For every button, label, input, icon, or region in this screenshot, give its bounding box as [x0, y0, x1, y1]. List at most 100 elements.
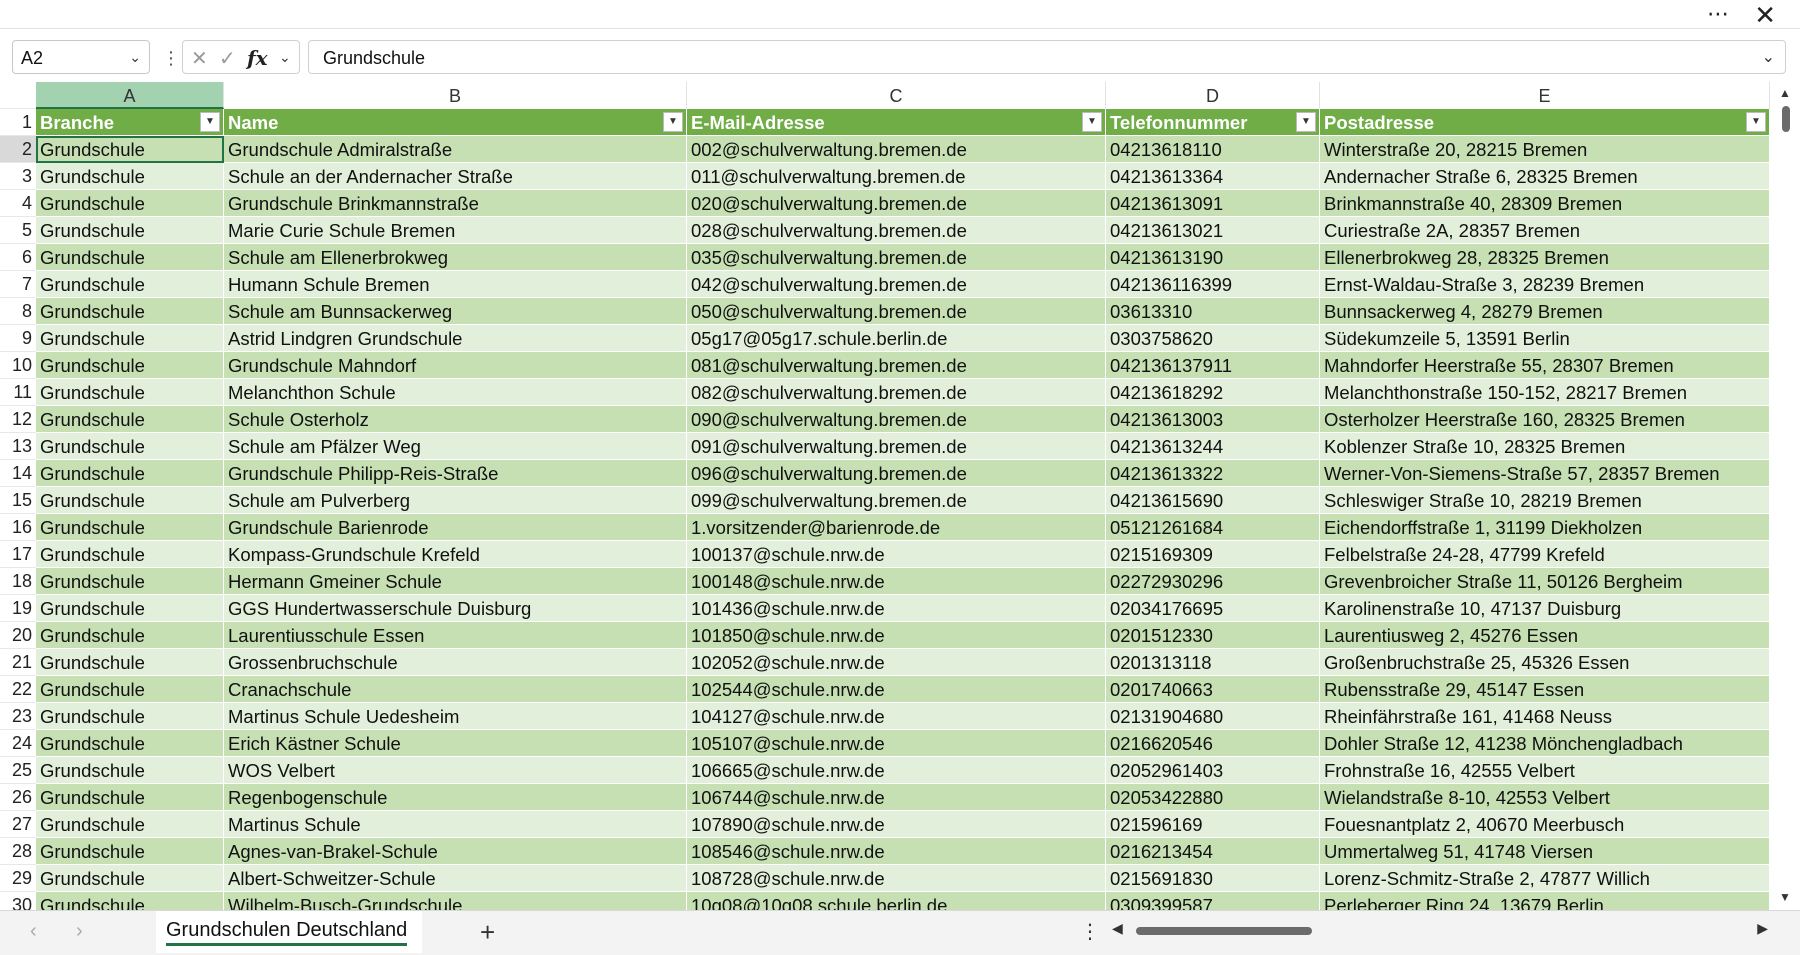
table-cell[interactable]: Südekumzeile 5, 13591 Berlin — [1320, 325, 1770, 352]
table-cell[interactable]: 0201740663 — [1106, 676, 1320, 703]
header-cell[interactable]: E-Mail-Adresse ▼ — [687, 109, 1106, 136]
table-cell[interactable]: Grundschule — [36, 163, 224, 190]
table-cell[interactable]: 0215169309 — [1106, 541, 1320, 568]
table-cell[interactable]: Melanchthon Schule — [224, 379, 687, 406]
table-cell[interactable]: Grundschule — [36, 298, 224, 325]
table-cell[interactable]: 042136116399 — [1106, 271, 1320, 298]
add-sheet-icon[interactable]: + — [480, 917, 495, 948]
header-cell[interactable]: Telefonnummer ▼ — [1106, 109, 1320, 136]
row-number[interactable]: 20 — [0, 622, 36, 649]
row-number[interactable]: 4 — [0, 190, 36, 217]
table-cell[interactable]: Schule am Pfälzer Weg — [224, 433, 687, 460]
table-cell[interactable]: Schule am Bunnsackerweg — [224, 298, 687, 325]
table-cell[interactable]: 101436@schule.nrw.de — [687, 595, 1106, 622]
column-header-c[interactable]: C — [687, 82, 1106, 109]
header-cell[interactable]: Branche ▼ — [36, 109, 224, 136]
table-cell[interactable]: Grundschule — [36, 406, 224, 433]
table-cell[interactable]: 0201512330 — [1106, 622, 1320, 649]
table-cell[interactable]: Grundschule — [36, 730, 224, 757]
table-cell[interactable]: Grundschule — [36, 757, 224, 784]
table-cell[interactable]: 081@schulverwaltung.bremen.de — [687, 352, 1106, 379]
table-cell[interactable]: Schleswiger Straße 10, 28219 Bremen — [1320, 487, 1770, 514]
table-cell[interactable]: 05g17@05g17.schule.berlin.de — [687, 325, 1106, 352]
table-cell[interactable]: 108546@schule.nrw.de — [687, 838, 1106, 865]
table-cell[interactable]: 0216620546 — [1106, 730, 1320, 757]
table-cell[interactable]: 1.vorsitzender@barienrode.de — [687, 514, 1106, 541]
scroll-left-icon[interactable]: ◀ — [1112, 920, 1123, 937]
filter-dropdown-icon[interactable]: ▼ — [200, 112, 220, 132]
close-icon[interactable]: ✕ — [1754, 0, 1776, 31]
column-header-a[interactable]: A — [36, 82, 224, 109]
formula-input[interactable]: Grundschule ⌄ — [308, 40, 1786, 74]
table-cell[interactable]: Eichendorffstraße 1, 31199 Diekholzen — [1320, 514, 1770, 541]
table-cell[interactable]: Grundschule Mahndorf — [224, 352, 687, 379]
horizontal-scrollbar[interactable]: ◀ ▶ — [1112, 920, 1768, 939]
expand-formula-icon[interactable]: ⌄ — [1762, 47, 1775, 67]
select-all-corner[interactable] — [0, 82, 36, 109]
table-cell[interactable]: Hermann Gmeiner Schule — [224, 568, 687, 595]
table-cell[interactable]: 091@schulverwaltung.bremen.de — [687, 433, 1106, 460]
row-number[interactable]: 14 — [0, 460, 36, 487]
row-number[interactable]: 18 — [0, 568, 36, 595]
table-cell[interactable]: Frohnstraße 16, 42555 Velbert — [1320, 757, 1770, 784]
table-cell[interactable]: 011@schulverwaltung.bremen.de — [687, 163, 1106, 190]
table-cell[interactable]: Grundschule — [36, 514, 224, 541]
row-number[interactable]: 5 — [0, 217, 36, 244]
row-number[interactable]: 15 — [0, 487, 36, 514]
table-cell[interactable]: Curiestraße 2A, 28357 Bremen — [1320, 217, 1770, 244]
row-number[interactable]: 8 — [0, 298, 36, 325]
table-cell[interactable]: Ernst-Waldau-Straße 3, 28239 Bremen — [1320, 271, 1770, 298]
table-cell[interactable]: 107890@schule.nrw.de — [687, 811, 1106, 838]
table-cell[interactable]: 028@schulverwaltung.bremen.de — [687, 217, 1106, 244]
row-number[interactable]: 3 — [0, 163, 36, 190]
name-box[interactable]: A2 ⌄ — [12, 40, 150, 74]
table-cell[interactable]: Grundschule — [36, 217, 224, 244]
table-cell[interactable]: 02272930296 — [1106, 568, 1320, 595]
table-cell[interactable]: Dohler Straße 12, 41238 Mönchengladbach — [1320, 730, 1770, 757]
table-cell[interactable]: Grundschule Philipp-Reis-Straße — [224, 460, 687, 487]
filter-dropdown-icon[interactable]: ▼ — [1082, 112, 1102, 132]
table-cell[interactable]: 105107@schule.nrw.de — [687, 730, 1106, 757]
table-cell[interactable]: 04213613322 — [1106, 460, 1320, 487]
table-cell[interactable]: 05121261684 — [1106, 514, 1320, 541]
table-cell[interactable]: 002@schulverwaltung.bremen.de — [687, 136, 1106, 163]
table-cell[interactable]: Koblenzer Straße 10, 28325 Bremen — [1320, 433, 1770, 460]
vertical-scrollbar[interactable]: ▲ ▼ — [1772, 82, 1800, 912]
row-number[interactable]: 12 — [0, 406, 36, 433]
table-cell[interactable]: 04213613244 — [1106, 433, 1320, 460]
more-options-icon[interactable]: ⋯ — [1707, 1, 1730, 27]
table-cell[interactable]: 0201313118 — [1106, 649, 1320, 676]
confirm-icon[interactable]: ✓ — [219, 46, 236, 71]
cancel-icon[interactable]: ✕ — [191, 46, 208, 71]
row-number[interactable]: 27 — [0, 811, 36, 838]
filter-dropdown-icon[interactable]: ▼ — [663, 112, 683, 132]
table-cell[interactable]: Grundschule — [36, 811, 224, 838]
table-cell[interactable]: Felbelstraße 24-28, 47799 Krefeld — [1320, 541, 1770, 568]
table-cell[interactable]: 104127@schule.nrw.de — [687, 703, 1106, 730]
row-number[interactable]: 13 — [0, 433, 36, 460]
column-header-b[interactable]: B — [224, 82, 687, 109]
row-number[interactable]: 17 — [0, 541, 36, 568]
table-cell[interactable]: 042@schulverwaltung.bremen.de — [687, 271, 1106, 298]
vertical-dots-icon[interactable]: ⋮ — [162, 48, 180, 69]
table-cell[interactable]: Ummertalweg 51, 41748 Viersen — [1320, 838, 1770, 865]
chevron-down-icon[interactable]: ⌄ — [279, 49, 291, 66]
header-cell[interactable]: Postadresse ▼ — [1320, 109, 1770, 136]
row-number[interactable]: 21 — [0, 649, 36, 676]
table-cell[interactable]: Grundschule — [36, 487, 224, 514]
table-cell[interactable]: Grundschule — [36, 325, 224, 352]
scroll-thumb[interactable] — [1782, 106, 1790, 132]
row-number[interactable]: 23 — [0, 703, 36, 730]
table-cell[interactable]: Grundschule — [36, 595, 224, 622]
filter-dropdown-icon[interactable]: ▼ — [1296, 112, 1316, 132]
table-cell[interactable]: 04213618292 — [1106, 379, 1320, 406]
table-cell[interactable]: Winterstraße 20, 28215 Bremen — [1320, 136, 1770, 163]
table-cell[interactable]: 0215691830 — [1106, 865, 1320, 892]
row-number[interactable]: 10 — [0, 352, 36, 379]
table-cell[interactable]: Bunnsackerweg 4, 28279 Bremen — [1320, 298, 1770, 325]
table-cell[interactable]: Grundschule — [36, 703, 224, 730]
table-cell[interactable]: Grundschule — [36, 352, 224, 379]
scroll-right-icon[interactable]: ▶ — [1757, 920, 1768, 937]
table-cell[interactable]: 04213613003 — [1106, 406, 1320, 433]
row-number[interactable]: 25 — [0, 757, 36, 784]
